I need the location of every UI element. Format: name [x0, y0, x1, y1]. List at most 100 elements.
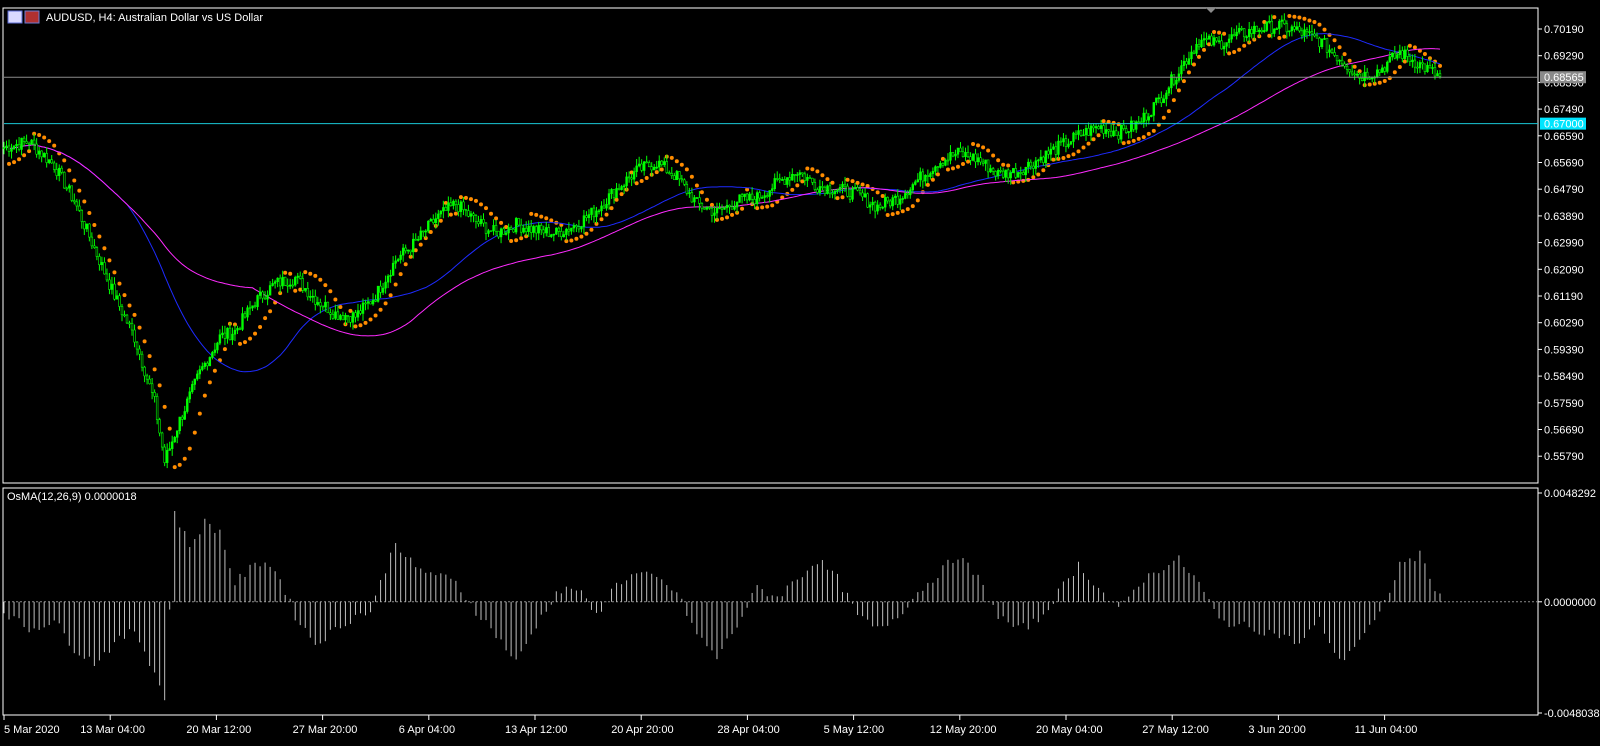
candle-body — [83, 221, 86, 230]
candle-body — [452, 200, 455, 206]
candle-body — [1428, 65, 1432, 69]
candle-body — [1107, 129, 1110, 132]
candle-body — [738, 194, 741, 203]
candle-body — [25, 141, 28, 144]
candle-body — [1049, 148, 1053, 155]
candle-body — [605, 203, 608, 209]
candle-body — [630, 177, 633, 180]
candle-body — [602, 205, 606, 209]
candle-body — [37, 150, 41, 155]
candle-body — [364, 302, 367, 305]
candle-body — [1360, 78, 1364, 82]
symbol-header: AUDUSD, H4: Australian Dollar vs US Doll… — [7, 10, 263, 24]
sar-dot — [177, 462, 182, 467]
price-tick-label: 0.66590 — [1544, 131, 1584, 143]
candle-body — [806, 177, 809, 181]
sar-dot — [895, 210, 900, 215]
candle-body — [108, 279, 111, 290]
candle-body — [291, 284, 294, 287]
candle-body — [432, 219, 435, 223]
candle-body — [1160, 97, 1163, 104]
candle-body — [1290, 26, 1294, 32]
candle-body — [1044, 150, 1048, 164]
sar-dot — [1438, 63, 1442, 68]
candle-body — [208, 357, 212, 367]
sar-dot — [52, 143, 57, 148]
sar-dot — [709, 202, 714, 207]
time-tick-label: 12 May 20:00 — [930, 724, 997, 736]
sar-dot — [981, 145, 986, 150]
level-price-tag-label: 0.67000 — [1544, 119, 1584, 131]
candle-body — [1069, 141, 1073, 145]
candle-body — [836, 189, 839, 192]
candle-body — [120, 306, 124, 316]
sar-dot — [639, 179, 644, 184]
candle-body — [685, 183, 689, 194]
candle-body — [30, 139, 33, 145]
sar-dot — [720, 216, 724, 221]
candle-body — [58, 167, 61, 176]
candle-body — [201, 366, 204, 370]
candle-body — [640, 163, 643, 171]
trading-chart[interactable]: 0.701900.692900.683900.674900.665900.656… — [0, 0, 1600, 746]
candle-body — [1052, 146, 1055, 150]
candle-body — [1014, 168, 1017, 178]
sar-dot — [725, 215, 730, 220]
candle-body — [1135, 121, 1138, 130]
sar-dot — [910, 204, 915, 209]
candle-body — [35, 143, 38, 155]
candle-body — [1330, 49, 1334, 53]
candle-body — [803, 173, 807, 181]
sar-dot — [935, 172, 940, 177]
candle-body — [748, 193, 751, 201]
candle-body — [647, 162, 651, 168]
sar-dot — [574, 236, 579, 241]
candle-body — [535, 226, 538, 234]
candle-body — [984, 159, 987, 164]
candle-body — [796, 174, 799, 176]
candle-body — [1343, 63, 1346, 67]
candle-body — [228, 327, 232, 341]
candle-body — [1102, 125, 1105, 134]
candle-body — [843, 183, 847, 187]
candle-body — [562, 234, 566, 238]
candle-body — [213, 349, 217, 353]
candle-body — [1119, 124, 1123, 140]
candle-body — [1263, 30, 1266, 32]
price-tick-label: 0.65690 — [1544, 158, 1584, 170]
candle-body — [818, 186, 822, 193]
candle-body — [173, 436, 176, 443]
sar-dot — [760, 205, 765, 210]
sar-dot — [142, 339, 147, 344]
candle-body — [1436, 73, 1439, 77]
candle-body — [773, 178, 776, 190]
candle-body — [786, 177, 789, 185]
candle-body — [881, 206, 884, 209]
candle-body — [924, 174, 927, 182]
candle-body — [464, 209, 468, 211]
sar-dot — [509, 238, 514, 243]
candle-body — [103, 262, 106, 275]
candle-body — [1232, 34, 1236, 37]
sar-dot — [358, 323, 363, 328]
candle-body — [587, 214, 591, 218]
sar-dot — [569, 238, 574, 243]
candle-body — [1376, 69, 1379, 78]
flag-icon — [24, 10, 40, 24]
sar-dot — [448, 212, 453, 217]
candle-body — [557, 227, 561, 232]
candle-body — [715, 207, 719, 214]
candle-body — [678, 171, 681, 180]
sar-dot — [438, 218, 443, 223]
sar-dot — [589, 227, 594, 232]
candle-body — [653, 166, 656, 171]
candle-body — [1019, 172, 1022, 174]
candle-body — [680, 178, 684, 181]
sar-dot — [679, 162, 684, 167]
sar-dot — [338, 304, 343, 309]
candle-body — [1315, 35, 1319, 39]
candle-body — [437, 213, 440, 219]
candle-body — [1027, 161, 1030, 168]
candle-body — [939, 163, 942, 168]
candle-body — [725, 204, 729, 209]
